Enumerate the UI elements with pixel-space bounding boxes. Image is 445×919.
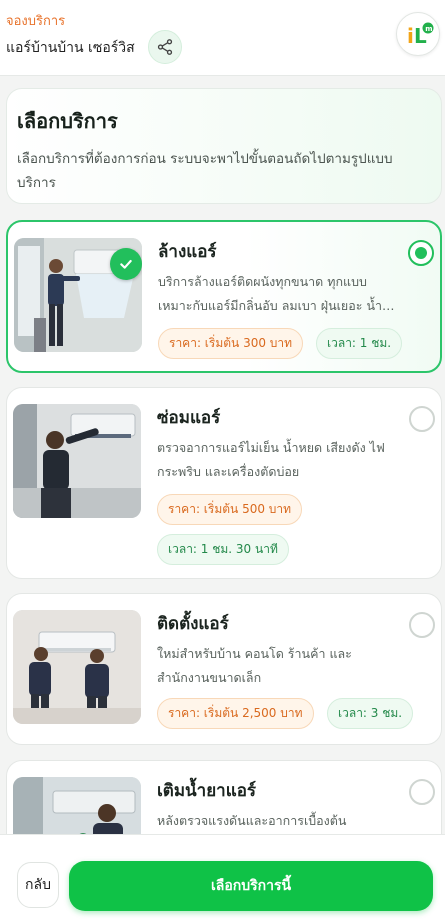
service-description: ตรวจอาการแอร์ไม่เย็น น้ำหยด เสียงดัง ไฟก… <box>157 440 385 479</box>
service-title: ล้างแอร์ <box>158 242 217 262</box>
service-card-install[interactable]: ติดตั้งแอร์ ใหม่สำหรับบ้าน คอนโด ร้านค้า… <box>6 593 442 745</box>
top-bar: จองบริการ แอร์บ้านบ้าน เซอร์วิส i L m <box>0 0 445 76</box>
service-radio-install[interactable] <box>409 612 435 638</box>
svg-text:i: i <box>407 24 414 48</box>
duration-badge: เวลา: 1 ชม. 30 นาที <box>157 534 289 565</box>
intro-panel: เลือกบริการ เลือกบริการที่ต้องการก่อน ระ… <box>6 88 442 204</box>
service-card-repair[interactable]: ซ่อมแอร์ ตรวจอาการแอร์ไม่เย็น น้ำหยด เสี… <box>6 387 442 579</box>
shop-name: แอร์บ้านบ้าน เซอร์วิส <box>6 40 135 56</box>
share-button[interactable] <box>148 30 182 64</box>
app-logo[interactable]: i L m <box>396 12 440 56</box>
back-button[interactable]: กลับ <box>17 862 59 908</box>
select-service-button[interactable]: เลือกบริการนี้ <box>69 861 433 911</box>
service-image-install <box>13 610 141 724</box>
service-radio-repair[interactable] <box>409 406 435 432</box>
service-description: ใหม่สำหรับบ้าน คอนโด ร้านค้า และสำนักงาน… <box>157 646 352 685</box>
share-icon <box>157 39 173 55</box>
breadcrumb[interactable]: จองบริการ <box>6 10 65 31</box>
price-badge: ราคา: เริ่มต้น 2,500 บาท <box>157 698 314 729</box>
service-title: เติมน้ำยาแอร์ <box>157 781 257 801</box>
price-badge: ราคา: เริ่มต้น 500 บาท <box>157 494 303 525</box>
service-title: ซ่อมแอร์ <box>157 408 221 428</box>
duration-badge: เวลา: 1 ชม. <box>316 328 403 359</box>
logo-icon: i L m <box>407 22 434 48</box>
service-radio-wash[interactable] <box>408 240 434 266</box>
selected-check-icon <box>110 248 142 280</box>
section-title: เลือกบริการ <box>17 109 118 133</box>
service-title: ติดตั้งแอร์ <box>157 614 229 634</box>
svg-text:m: m <box>425 25 432 33</box>
section-description: เลือกบริการที่ต้องการก่อน ระบบจะพาไปขั้น… <box>17 151 393 191</box>
service-card-wash[interactable]: ล้างแอร์ บริการล้างแอร์ติดผนังทุกขนาด ทุ… <box>6 220 442 373</box>
price-badge: ราคา: เริ่มต้น 300 บาท <box>158 328 304 359</box>
service-description: หลังตรวจแรงดันและอาการเบื้องต้น <box>157 813 347 828</box>
service-image-wash <box>14 238 142 352</box>
service-description: บริการล้างแอร์ติดผนังทุกขนาด ทุกแบบ เหมา… <box>158 274 383 313</box>
service-image-repair <box>13 404 141 518</box>
bottom-action-bar: กลับ เลือกบริการนี้ <box>0 834 445 919</box>
duration-badge: เวลา: 3 ชม. <box>327 698 414 729</box>
service-radio-refill[interactable] <box>409 779 435 805</box>
